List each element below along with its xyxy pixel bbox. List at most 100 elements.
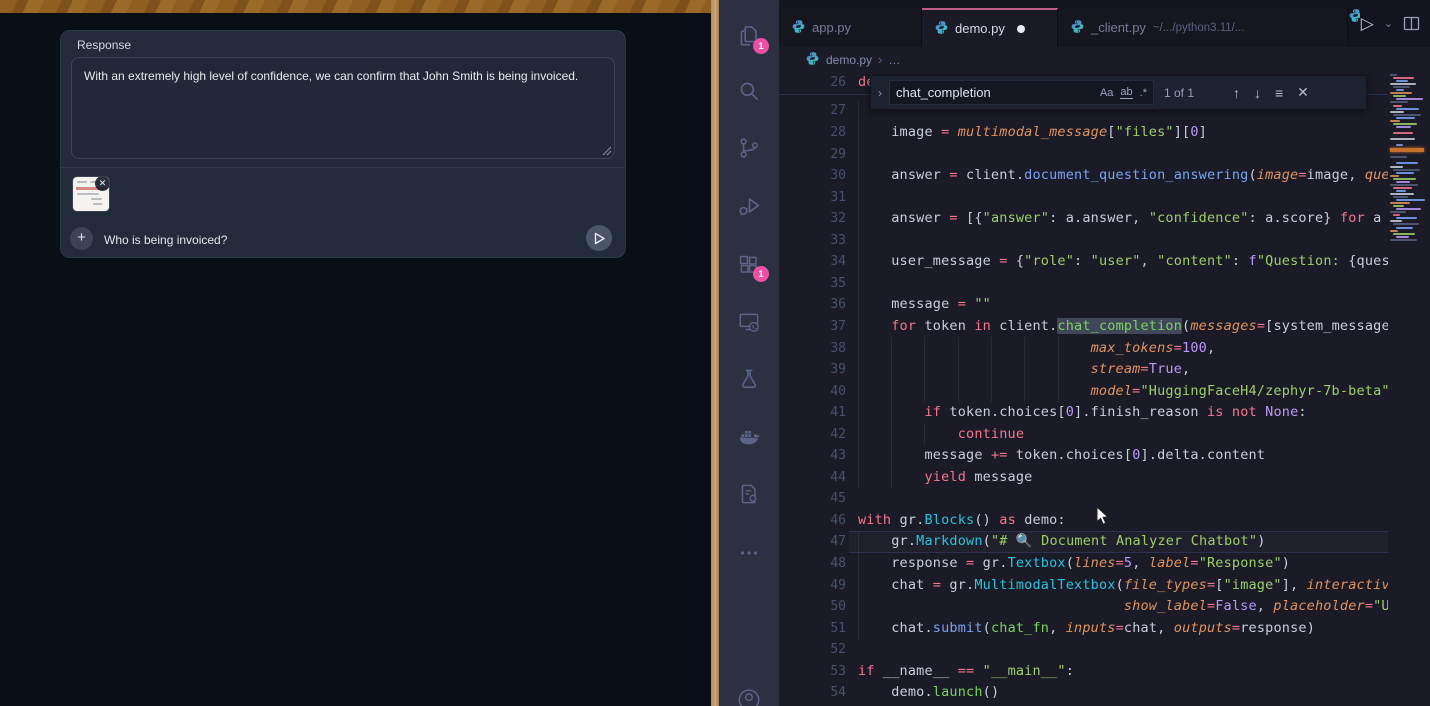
tab-app-py[interactable]: app.py [779, 8, 922, 47]
code-line[interactable]: user_message = {"role": "user", "content… [858, 251, 1388, 273]
tab-path-desc: ~/.../python3.11/... [1153, 22, 1245, 34]
line-number[interactable]: 54 [779, 682, 846, 704]
add-file-button[interactable]: + [70, 227, 93, 250]
tab-overflow-sliver[interactable] [1348, 8, 1360, 47]
code-line[interactable]: yield message [858, 467, 1388, 489]
line-number[interactable]: 33 [779, 230, 846, 252]
line-number[interactable]: 52 [779, 639, 846, 661]
line-number[interactable]: 29 [779, 144, 846, 166]
minimap[interactable] [1390, 72, 1424, 706]
minimap-line [1390, 211, 1406, 213]
line-number[interactable]: 34 [779, 251, 846, 273]
line-number[interactable]: 35 [779, 273, 846, 295]
match-case-toggle[interactable]: Aa [1100, 87, 1113, 99]
remove-attachment-button[interactable]: ✕ [95, 177, 109, 191]
breadcrumb-more[interactable]: … [888, 53, 900, 67]
extensions-badge: 1 [753, 266, 769, 282]
tab-demo-py[interactable]: demo.py [922, 8, 1058, 47]
line-number[interactable]: 30 [779, 165, 846, 187]
line-number[interactable]: 48 [779, 553, 846, 575]
more-actions-icon[interactable] [736, 540, 762, 566]
run-python-file-button[interactable]: ▷ [1361, 14, 1374, 34]
line-number[interactable]: 28 [779, 122, 846, 144]
code-line[interactable]: message = "" [858, 294, 1388, 316]
minimap-line [1393, 187, 1412, 189]
docker-icon[interactable] [736, 424, 762, 450]
code-line[interactable]: chat = gr.MultimodalTextbox(file_types=[… [858, 575, 1388, 597]
code-line[interactable]: continue [858, 424, 1388, 446]
code-line[interactable]: gr.Markdown("# 🔍 Document Analyzer Chatb… [858, 531, 1388, 553]
chat-input-text[interactable]: Who is being invoiced? [104, 233, 227, 247]
line-number[interactable]: 45 [779, 488, 846, 510]
code-line[interactable]: model="HuggingFaceH4/zephyr-7b-beta" [858, 381, 1388, 403]
code-line[interactable]: if token.choices[0].finish_reason is not… [858, 402, 1388, 424]
line-number[interactable]: 51 [779, 618, 846, 640]
code-line[interactable]: for token in client.chat_completion(mess… [858, 316, 1388, 338]
send-button[interactable] [586, 225, 612, 251]
find-close-button[interactable]: ✕ [1297, 84, 1309, 101]
line-number[interactable]: 44 [779, 467, 846, 489]
minimap-line [1396, 199, 1425, 201]
code-line[interactable]: answer = [{"answer": a.answer, "confiden… [858, 208, 1388, 230]
modified-dot[interactable] [1017, 25, 1025, 33]
line-number[interactable]: 38 [779, 338, 846, 360]
code-line[interactable]: image = multimodal_message["files"][0] [858, 122, 1388, 144]
remote-explorer-icon[interactable] [736, 309, 762, 335]
line-number[interactable]: 39 [779, 359, 846, 381]
source-control-icon[interactable] [736, 135, 762, 161]
account-icon[interactable] [736, 688, 762, 706]
code-line[interactable]: show_label=False, placeholder="Upload an… [858, 596, 1388, 618]
code-line[interactable]: if __name__ == "__main__": [858, 661, 1388, 683]
code-line[interactable]: response = gr.Textbox(lines=5, label="Re… [858, 553, 1388, 575]
line-number[interactable]: 43 [779, 445, 846, 467]
line-number[interactable]: 32 [779, 208, 846, 230]
code-line[interactable]: stream=True, [858, 359, 1388, 381]
code-line[interactable]: demo.launch() [858, 682, 1388, 704]
find-expand-chevron-icon[interactable]: › [871, 86, 889, 100]
response-textarea[interactable]: With an extremely high level of confiden… [71, 57, 615, 159]
line-number[interactable]: 53 [779, 661, 846, 683]
line-number[interactable]: 31 [779, 187, 846, 209]
run-dropdown-chevron-icon[interactable]: ⌄ [1384, 17, 1393, 30]
find-next-button[interactable]: ↓ [1254, 85, 1261, 101]
code-line[interactable]: message += token.choices[0].delta.conten… [858, 445, 1388, 467]
line-number[interactable]: 41 [779, 402, 846, 424]
line-number[interactable]: 50 [779, 596, 846, 618]
breadcrumb-file[interactable]: demo.py [826, 53, 872, 67]
python-file-icon [1070, 19, 1085, 37]
code-line[interactable]: with gr.Blocks() as demo: [858, 510, 1388, 532]
file-settings-icon[interactable] [736, 481, 762, 507]
find-previous-button[interactable]: ↑ [1233, 85, 1240, 101]
breadcrumb[interactable]: demo.py › … [779, 47, 1430, 72]
line-number[interactable]: 46 [779, 510, 846, 532]
split-editor-button[interactable] [1403, 15, 1420, 32]
run-debug-icon[interactable] [736, 193, 762, 219]
line-number[interactable]: 49 [779, 575, 846, 597]
attachment-thumbnail[interactable]: ✕ [73, 177, 109, 211]
code-line[interactable]: answer = client.document_question_answer… [858, 165, 1388, 187]
minimap-line [1396, 80, 1408, 82]
line-number[interactable]: 47 [779, 531, 846, 553]
line-number[interactable]: 27 [779, 100, 846, 122]
tab-client-py[interactable]: _client.py ~/.../python3.11/... [1058, 8, 1348, 47]
resize-handle-icon[interactable] [602, 146, 612, 156]
minimap-line [1390, 239, 1417, 241]
code-editor[interactable]: 26def chat_fn(multimodal_message): › cha… [779, 72, 1430, 706]
minimap-line [1390, 92, 1412, 94]
find-input[interactable]: chat_completion Aa ab .* [889, 80, 1154, 105]
line-number[interactable]: 42 [779, 424, 846, 446]
code-line[interactable]: chat.submit(chat_fn, inputs=chat, output… [858, 618, 1388, 640]
search-icon[interactable] [736, 78, 762, 104]
line-number[interactable]: 36 [779, 294, 846, 316]
minimap-line [1390, 83, 1416, 85]
code-line[interactable]: max_tokens=100, [858, 338, 1388, 360]
minimap-line [1393, 169, 1420, 171]
find-query-text[interactable]: chat_completion [896, 85, 1093, 100]
whole-word-toggle[interactable]: ab [1120, 86, 1132, 99]
line-number[interactable]: 40 [779, 381, 846, 403]
regex-toggle[interactable]: .* [1140, 87, 1147, 99]
line-number[interactable]: 37 [779, 316, 846, 338]
testing-icon[interactable] [736, 366, 762, 392]
find-in-selection-button[interactable]: ≡ [1275, 85, 1283, 101]
minimap-line [1396, 236, 1409, 238]
